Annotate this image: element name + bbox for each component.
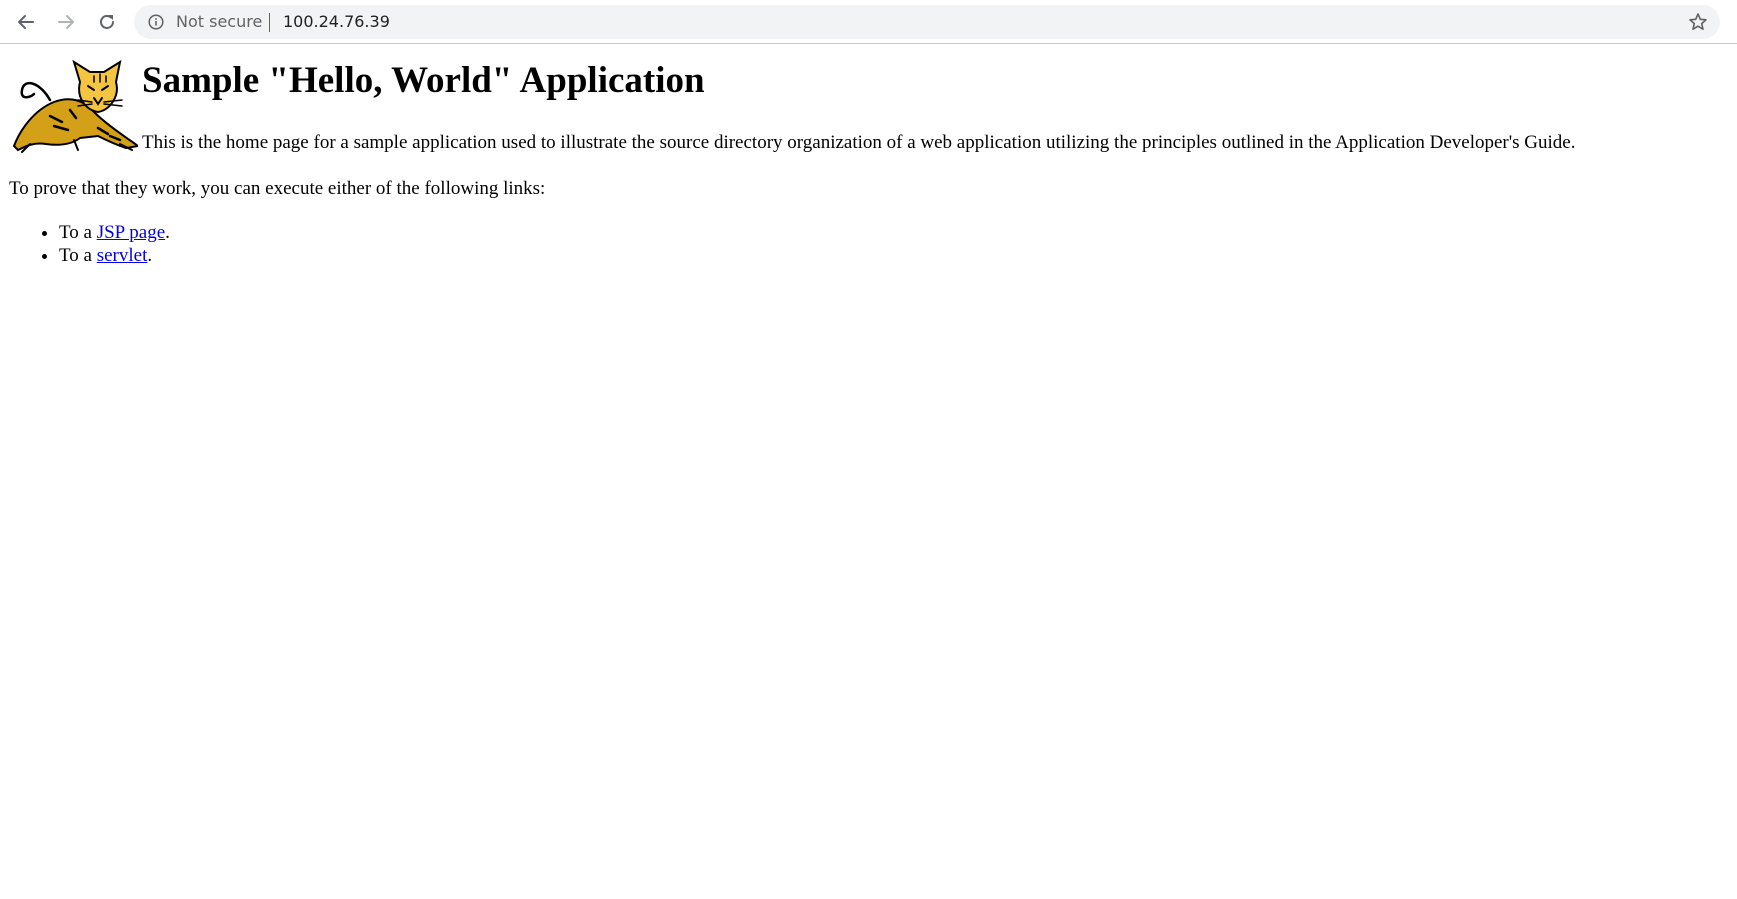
list-item: To a servlet. <box>59 244 170 267</box>
back-arrow-icon <box>18 15 34 29</box>
links-list: To a JSP page. To a servlet. <box>0 221 170 267</box>
security-status-label[interactable]: Not secure <box>176 12 262 31</box>
address-bar-divider <box>269 13 270 32</box>
forward-arrow-icon <box>58 15 74 29</box>
tomcat-logo <box>12 60 138 153</box>
links-intro-paragraph: To prove that they work, you can execute… <box>9 178 546 199</box>
info-icon[interactable] <box>148 14 164 30</box>
servlet-link[interactable]: servlet <box>97 245 148 266</box>
intro-paragraph: This is the home page for a sample appli… <box>142 132 1576 153</box>
link-suffix: . <box>147 245 153 266</box>
list-item: To a JSP page. <box>59 221 170 244</box>
browser-toolbar: Not secure 100.24.76.39 <box>0 0 1737 44</box>
back-button[interactable] <box>14 10 38 34</box>
link-suffix: . <box>165 222 170 243</box>
star-icon[interactable] <box>1688 12 1708 32</box>
url-text[interactable]: 100.24.76.39 <box>283 12 390 31</box>
forward-button[interactable] <box>54 10 78 34</box>
link-prefix: To a <box>59 245 97 266</box>
page-content: Sample "Hello, World" Application This i… <box>0 44 1737 899</box>
reload-button[interactable] <box>95 10 119 34</box>
link-prefix: To a <box>59 222 97 243</box>
reload-icon <box>100 15 114 29</box>
jsp-page-link[interactable]: JSP page <box>97 222 165 243</box>
address-bar[interactable]: Not secure 100.24.76.39 <box>134 5 1720 39</box>
page-title: Sample "Hello, World" Application <box>142 60 705 101</box>
